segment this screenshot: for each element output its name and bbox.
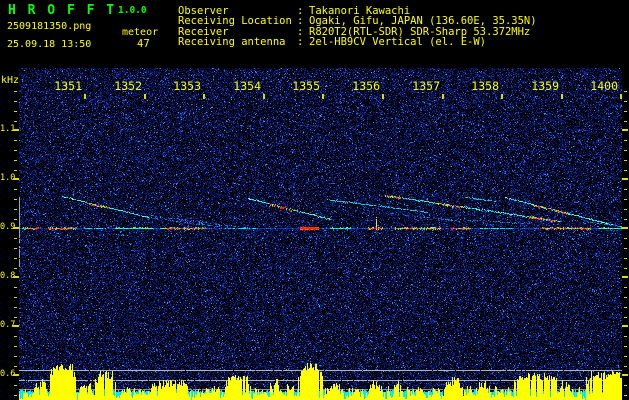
axis-tick xyxy=(14,160,17,161)
axis-tick xyxy=(14,317,17,318)
station-info-row: Receiving antenna:2el-HB9CV Vertical (el… xyxy=(0,37,629,47)
freq-axis-label: 1.0 xyxy=(0,173,16,183)
axis-tick xyxy=(624,385,627,386)
axis-tick xyxy=(14,199,17,200)
time-axis-label: 1356 xyxy=(352,79,380,93)
axis-tick xyxy=(501,94,503,99)
axis-tick xyxy=(624,317,627,318)
info-separator: : xyxy=(297,36,304,49)
axis-tick xyxy=(14,209,17,210)
time-axis-label: 1352 xyxy=(114,79,142,93)
axis-tick xyxy=(13,276,19,278)
axis-tick xyxy=(624,219,627,220)
axis-tick xyxy=(14,101,17,102)
axis-tick xyxy=(624,199,627,200)
axis-tick xyxy=(624,189,627,190)
axis-tick xyxy=(84,94,86,99)
axis-tick xyxy=(624,101,627,102)
time-axis-label: 1400 xyxy=(590,79,618,93)
freq-axis-label: 0.7 xyxy=(0,320,16,330)
axis-tick xyxy=(14,346,17,347)
axis-tick xyxy=(442,94,444,99)
axis-tick xyxy=(14,287,17,288)
axis-tick xyxy=(561,94,563,99)
axis-tick xyxy=(14,268,17,269)
axis-tick xyxy=(14,219,17,220)
axis-tick xyxy=(624,91,627,92)
hrofft-spectrogram-screen: H R O F F T 1.0.0 2509181350.png meteor … xyxy=(0,0,629,400)
axis-tick xyxy=(144,94,146,99)
time-axis-label: 1358 xyxy=(471,79,499,93)
axis-tick xyxy=(14,150,17,151)
axis-tick xyxy=(624,209,627,210)
axis-tick xyxy=(14,170,17,171)
axis-tick xyxy=(624,366,627,367)
axis-tick xyxy=(624,307,627,308)
axis-tick xyxy=(624,346,627,347)
axis-tick xyxy=(14,189,17,190)
freq-axis-label: 0.9 xyxy=(0,222,16,232)
axis-tick xyxy=(14,121,17,122)
info-label: Receiving antenna xyxy=(178,36,286,49)
axis-tick xyxy=(263,94,265,99)
axis-tick xyxy=(14,248,17,249)
time-axis-label: 1359 xyxy=(531,79,559,93)
time-axis-label: 1357 xyxy=(412,79,440,93)
axis-tick xyxy=(624,268,627,269)
time-axis-label: 1354 xyxy=(233,79,261,93)
axis-tick xyxy=(14,111,17,112)
axis-tick xyxy=(624,356,627,357)
axis-tick xyxy=(622,129,628,131)
axis-tick xyxy=(620,94,622,99)
axis-tick xyxy=(13,374,19,376)
axis-tick xyxy=(624,297,627,298)
axis-tick xyxy=(14,238,17,239)
axis-tick xyxy=(624,121,627,122)
axis-tick xyxy=(624,395,627,396)
axis-tick xyxy=(624,287,627,288)
axis-tick xyxy=(14,366,17,367)
axis-tick xyxy=(622,325,628,327)
axis-tick xyxy=(13,178,19,180)
axis-tick xyxy=(622,276,628,278)
axis-tick xyxy=(14,307,17,308)
axis-tick xyxy=(13,129,19,131)
time-axis-label: 1351 xyxy=(54,79,82,93)
axis-tick xyxy=(322,94,324,99)
axis-tick xyxy=(14,385,17,386)
axis-tick xyxy=(624,258,627,259)
axis-tick xyxy=(624,336,627,337)
axis-tick xyxy=(14,395,17,396)
axis-tick xyxy=(14,297,17,298)
axis-tick xyxy=(13,325,19,327)
freq-axis-label: 1.1 xyxy=(0,124,16,134)
axis-tick xyxy=(624,248,627,249)
axis-tick xyxy=(624,150,627,151)
axis-tick xyxy=(14,140,17,141)
y-axis-unit-label: kHz xyxy=(1,75,20,86)
info-value: 2el-HB9CV Vertical (el. E-W) xyxy=(309,36,487,49)
spectrogram-canvas xyxy=(19,68,622,400)
time-axis-label: 1353 xyxy=(173,79,201,93)
axis-tick xyxy=(203,94,205,99)
axis-tick xyxy=(622,227,628,229)
axis-tick xyxy=(624,111,627,112)
freq-axis-label: 0.6 xyxy=(0,369,16,379)
axis-tick xyxy=(14,336,17,337)
axis-tick xyxy=(622,374,628,376)
axis-tick xyxy=(13,227,19,229)
axis-tick xyxy=(382,94,384,99)
axis-tick xyxy=(624,140,627,141)
axis-tick xyxy=(14,356,17,357)
station-info-row: Receiving Location: Ogaki, Gifu, JAPAN (1… xyxy=(0,16,629,26)
axis-tick xyxy=(622,178,628,180)
axis-tick xyxy=(624,170,627,171)
axis-tick xyxy=(624,238,627,239)
time-axis-label: 1355 xyxy=(292,79,320,93)
axis-tick xyxy=(14,258,17,259)
axis-tick xyxy=(624,160,627,161)
axis-tick xyxy=(14,91,17,92)
freq-axis-label: 0.8 xyxy=(0,271,16,281)
